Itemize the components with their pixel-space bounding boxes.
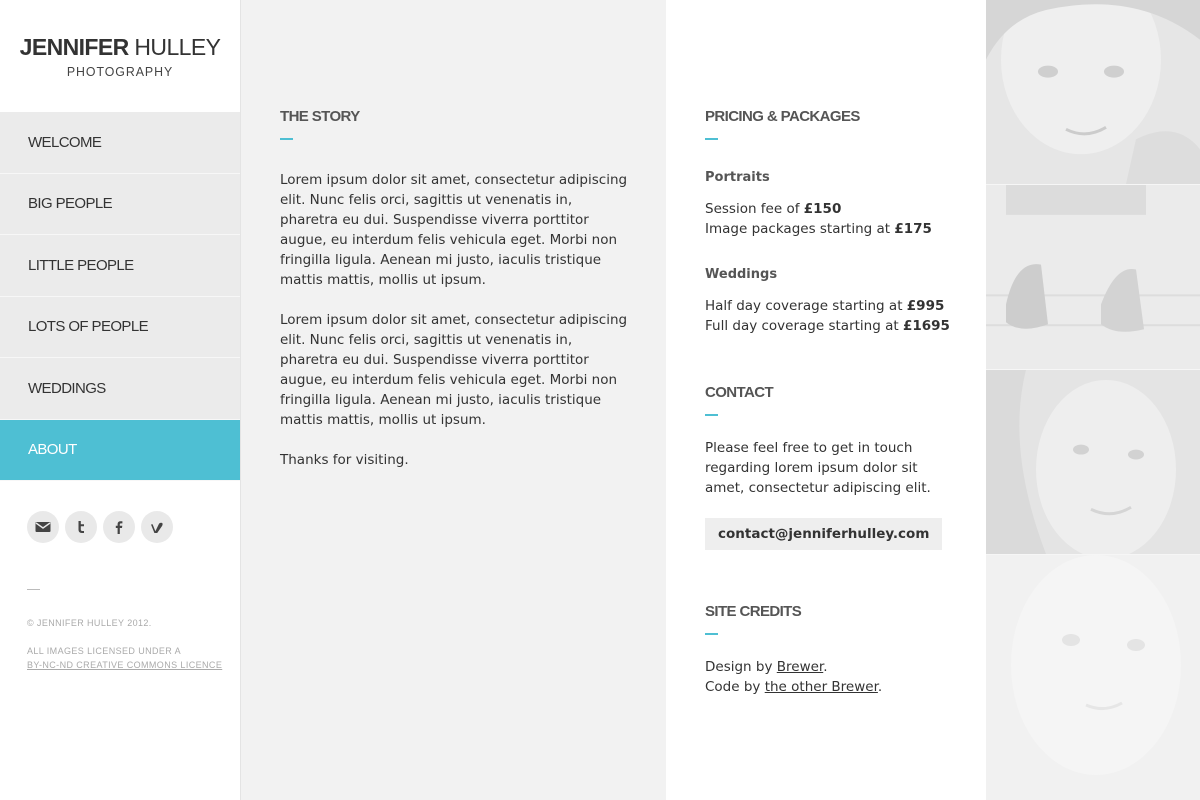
nav-item-label: LITTLE PEOPLE <box>28 256 134 274</box>
nav-item-big-people[interactable]: BIG PEOPLE <box>0 173 240 235</box>
full-day-coverage: Full day coverage starting at £1695 <box>705 316 956 336</box>
design-credit-prefix: Design by <box>705 659 777 675</box>
copyright-text: © JENNIFER HULLEY 2012. <box>27 618 152 628</box>
site-logo[interactable]: JENNIFER HULLEY PHOTOGRAPHY <box>0 0 240 112</box>
background-photo-child <box>986 555 1200 800</box>
nav-item-little-people[interactable]: LITTLE PEOPLE <box>0 235 240 297</box>
background-photo-girl <box>986 370 1200 555</box>
photo-strip <box>986 0 1200 800</box>
mail-icon[interactable] <box>27 511 59 543</box>
logo-subtitle: PHOTOGRAPHY <box>66 64 174 79</box>
half-day-price: £995 <box>906 298 945 314</box>
full-day-label: Full day coverage starting at <box>705 318 903 334</box>
weddings-heading: Weddings <box>705 267 778 282</box>
nav-item-weddings[interactable]: WEDDINGS <box>0 358 240 420</box>
nav-item-about[interactable]: ABOUT <box>0 419 240 481</box>
nav-item-label: WELCOME <box>28 133 102 151</box>
facebook-icon[interactable] <box>103 511 135 543</box>
weddings-pricing: Weddings Half day coverage starting at £… <box>705 267 956 336</box>
nav-item-label: WEDDINGS <box>28 379 106 397</box>
period: . <box>823 659 828 675</box>
session-fee-price: £150 <box>803 201 842 217</box>
title-underline <box>280 138 293 140</box>
story-paragraph-2: Lorem ipsum dolor sit amet, consectetur … <box>280 312 628 428</box>
code-credit: Code by the other Brewer. <box>705 677 956 697</box>
title-underline <box>705 138 718 140</box>
vimeo-icon[interactable] <box>141 511 173 543</box>
image-packages-label: Image packages starting at <box>705 221 895 237</box>
license-text: ALL IMAGES LICENSED UNDER A <box>27 646 182 656</box>
logo-last-name: HULLEY <box>134 34 221 60</box>
background-photo-boy <box>986 0 1200 185</box>
developer-link[interactable]: the other Brewer <box>765 679 878 695</box>
designer-link[interactable]: Brewer <box>777 659 823 675</box>
social-links <box>0 511 240 543</box>
image-packages-price: £175 <box>894 221 932 237</box>
session-fee-label: Session fee of <box>705 201 804 217</box>
design-credit: Design by Brewer. <box>705 657 956 677</box>
half-day-coverage: Half day coverage starting at £995 <box>705 296 956 316</box>
twitter-icon[interactable] <box>65 511 97 543</box>
pricing-title: PRICING & PACKAGES <box>705 108 860 125</box>
main-nav: WELCOME BIG PEOPLE LITTLE PEOPLE LOTS OF… <box>0 112 240 481</box>
logo-name: JENNIFER HULLEY <box>0 36 240 59</box>
story-paragraph-1: Lorem ipsum dolor sit amet, consectetur … <box>280 172 628 288</box>
full-day-price: £1695 <box>902 318 950 334</box>
portraits-heading: Portraits <box>705 170 770 185</box>
title-underline <box>705 633 718 635</box>
nav-item-welcome[interactable]: WELCOME <box>0 112 240 174</box>
story-paragraph-3: Thanks for visiting. <box>280 452 409 468</box>
story-section: THE STORY Lorem ipsum dolor sit amet, co… <box>241 0 666 800</box>
nav-item-lots-of-people[interactable]: LOTS OF PEOPLE <box>0 296 240 358</box>
image-packages: Image packages starting at £175 <box>705 219 956 239</box>
info-section: PRICING & PACKAGES Portraits Session fee… <box>666 0 986 800</box>
logo-first-name: JENNIFER <box>19 34 130 60</box>
nav-item-label: LOTS OF PEOPLE <box>28 318 149 336</box>
half-day-label: Half day coverage starting at <box>705 298 907 314</box>
portraits-pricing: Portraits Session fee of £150 Image pack… <box>705 170 956 239</box>
contact-text: Please feel free to get in touch regardi… <box>705 440 931 496</box>
footer-divider <box>27 589 40 590</box>
contact-title: CONTACT <box>705 384 774 401</box>
code-credit-prefix: Code by <box>705 679 765 695</box>
sidebar: JENNIFER HULLEY PHOTOGRAPHY WELCOME BIG … <box>0 0 241 800</box>
footer: © JENNIFER HULLEY 2012. ALL IMAGES LICEN… <box>0 616 240 672</box>
title-underline <box>705 414 718 416</box>
period: . <box>877 679 883 695</box>
credits-title: SITE CREDITS <box>705 603 802 620</box>
license-link[interactable]: BY-NC-ND CREATIVE COMMONS LICENCE <box>27 660 222 670</box>
session-fee: Session fee of £150 <box>705 199 956 219</box>
story-title: THE STORY <box>280 108 360 125</box>
nav-item-label: BIG PEOPLE <box>28 195 113 213</box>
background-photo-shoes <box>986 185 1200 370</box>
nav-item-label: ABOUT <box>28 441 77 459</box>
email-button[interactable]: contact@jenniferhulley.com <box>705 518 943 550</box>
